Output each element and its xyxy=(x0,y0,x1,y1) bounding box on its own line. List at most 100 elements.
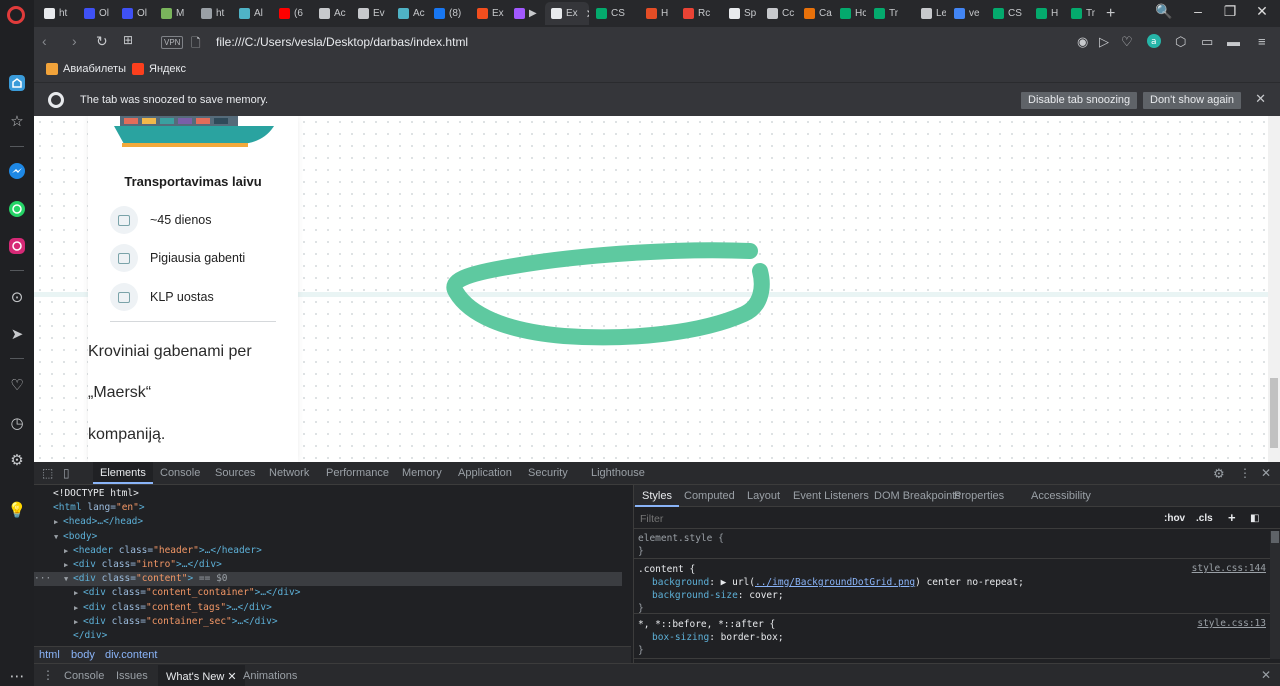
dom-node[interactable]: ▼ <body> xyxy=(34,530,97,544)
devtools-tab-lighthouse[interactable]: Lighthouse xyxy=(584,462,652,484)
tab-image[interactable]: Le xyxy=(915,2,946,25)
tab-google[interactable]: ve xyxy=(948,2,985,25)
tab-w3[interactable]: H xyxy=(1030,2,1063,25)
back-button[interactable]: ‹ xyxy=(42,33,47,49)
close-window-icon[interactable]: ✕ xyxy=(1252,3,1272,20)
messenger-icon[interactable] xyxy=(7,161,27,181)
send-snapshot-icon[interactable]: ▷ xyxy=(1099,34,1109,50)
styles-filter-input[interactable] xyxy=(636,511,1156,527)
tab-w3[interactable]: CS xyxy=(987,2,1028,25)
styles-tab-accessibility[interactable]: Accessibility xyxy=(1024,485,1098,507)
dom-node[interactable]: ▶ <div class="intro">…</div> xyxy=(34,558,222,572)
expand-arrow-icon[interactable]: ▶ xyxy=(74,586,83,600)
tab-canva[interactable]: Ca xyxy=(798,2,832,25)
devtools-settings-icon[interactable]: ⚙ xyxy=(1213,466,1225,482)
instagram-icon[interactable] xyxy=(7,236,27,256)
styles-tab-layout[interactable]: Layout xyxy=(740,485,787,507)
css-selector[interactable]: element.style { xyxy=(638,532,724,545)
css-property[interactable]: background-size: cover; xyxy=(652,589,784,602)
styles-tab-styles[interactable]: Styles xyxy=(635,485,679,507)
tab-arrow[interactable]: Al xyxy=(233,2,271,25)
tab-arrow[interactable]: Ac xyxy=(392,2,426,25)
css-url-link[interactable]: ../img/BackgroundDotGrid.png xyxy=(755,577,915,588)
dont-show-again-button[interactable]: Don't show again xyxy=(1143,92,1242,109)
hover-state-toggle[interactable]: :hov xyxy=(1164,513,1185,524)
dom-node[interactable]: ▶ <div class="content_container">…</div> xyxy=(34,586,300,600)
dom-node[interactable]: ▼ <div class="content"> == $0 xyxy=(34,572,622,587)
tab-html[interactable]: H xyxy=(640,2,675,25)
tab-w3[interactable]: Tr xyxy=(1065,2,1098,25)
dom-node[interactable]: <html lang="en"> xyxy=(34,501,145,515)
css-rule[interactable]: .content {style.css:144 background: ▶ url… xyxy=(634,562,1270,614)
tab-document[interactable]: ht xyxy=(38,2,76,25)
tab-w3[interactable]: Tr xyxy=(868,2,913,25)
devtools-tab-performance[interactable]: Performance xyxy=(319,462,396,484)
dom-node[interactable]: ▶ <div class="container_sec">…</div> xyxy=(34,615,278,629)
drawer-tab-console[interactable]: Console xyxy=(56,665,112,686)
star-icon[interactable]: ☆ xyxy=(7,111,27,131)
tab-figma[interactable]: Ex xyxy=(471,2,506,25)
minimize-icon[interactable]: – xyxy=(1188,3,1208,19)
tab-shopify[interactable]: M xyxy=(155,2,193,25)
breadcrumb-item[interactable]: body xyxy=(71,649,95,661)
tab-figma[interactable]: ▶ xyxy=(508,2,543,25)
styles-tab-event-listeners[interactable]: Event Listeners xyxy=(786,485,876,507)
more-options-icon[interactable]: ⋯ xyxy=(7,666,27,686)
devtools-tab-network[interactable]: Network xyxy=(262,462,316,484)
tab-grid[interactable]: Rc xyxy=(677,2,721,25)
drawer-menu-icon[interactable]: ⋮ xyxy=(42,668,54,682)
tab-image[interactable]: Ac xyxy=(313,2,350,25)
class-toggle[interactable]: .cls xyxy=(1196,513,1213,524)
drawer-tab-animations[interactable]: Animations xyxy=(235,665,305,686)
settings-gear-icon[interactable]: ⚙ xyxy=(7,450,27,470)
devtools-more-icon[interactable]: ⋮ xyxy=(1239,466,1251,480)
tab-w3[interactable]: CS xyxy=(590,2,638,25)
styles-tab-properties[interactable]: Properties xyxy=(947,485,1011,507)
devtools-tab-console[interactable]: Console xyxy=(153,462,207,484)
bookmark-item[interactable]: Яндекс xyxy=(132,63,186,75)
drawer-tab-issues[interactable]: Issues xyxy=(108,665,156,686)
drawer-close-icon[interactable]: ✕ xyxy=(1261,668,1271,682)
devtools-tab-elements[interactable]: Elements xyxy=(93,462,153,484)
breadcrumb-item[interactable]: div.content xyxy=(105,649,157,661)
tab-document[interactable]: Ex ✕ xyxy=(545,2,589,25)
tab-facebook[interactable]: (8) xyxy=(428,2,469,25)
dom-node[interactable]: ▶ <head>…</head> xyxy=(34,515,143,529)
css-rule[interactable]: *, *::before, *::after {style.css:13 box-… xyxy=(634,617,1270,659)
devtools-tab-memory[interactable]: Memory xyxy=(395,462,449,484)
expand-arrow-icon[interactable]: ▶ xyxy=(54,515,63,529)
new-tab-button[interactable]: + xyxy=(1100,2,1115,25)
vpn-badge[interactable]: VPN xyxy=(161,36,184,49)
page-scroll-thumb[interactable] xyxy=(1270,378,1278,448)
dom-node[interactable]: </div> xyxy=(34,629,107,643)
expand-arrow-icon[interactable]: ▼ xyxy=(64,572,73,586)
close-tab-icon[interactable]: ✕ xyxy=(586,7,589,21)
css-selector[interactable]: .content { xyxy=(638,563,695,576)
css-source-link[interactable]: style.css:144 xyxy=(1192,563,1266,574)
wallet-ext-icon[interactable]: ▭ xyxy=(1201,34,1213,50)
devtools-tab-sources[interactable]: Sources xyxy=(208,462,262,484)
battery-icon[interactable]: ▬ xyxy=(1227,34,1240,49)
heart-icon[interactable]: ♡ xyxy=(7,375,27,395)
home-icon[interactable] xyxy=(7,73,27,93)
heart-bookmark-icon[interactable]: ♡ xyxy=(1121,34,1133,50)
dom-node[interactable]: ▶ <div class="content_tags">…</div> xyxy=(34,601,272,615)
tab-circle[interactable]: Ol xyxy=(78,2,114,25)
styles-scroll-thumb[interactable] xyxy=(1271,531,1279,543)
tab-circle[interactable]: Ol xyxy=(116,2,153,25)
extension-a-icon[interactable]: a xyxy=(1147,34,1161,51)
inspect-element-icon[interactable]: ⬚ xyxy=(42,466,53,480)
history-icon[interactable]: ◷ xyxy=(7,413,27,433)
player-icon[interactable]: ⊙ xyxy=(7,287,27,307)
device-toolbar-icon[interactable]: ▯ xyxy=(63,466,70,480)
new-rule-icon[interactable]: + xyxy=(1228,510,1236,525)
css-property[interactable]: box-sizing: border-box; xyxy=(652,631,784,644)
expand-arrow-icon[interactable]: ▶ xyxy=(74,601,83,615)
breadcrumb-item[interactable]: html xyxy=(39,649,60,661)
css-rule[interactable]: element.style {} xyxy=(634,531,1270,559)
url-field[interactable]: file:///C:/Users/vesla/Desktop/darbas/in… xyxy=(216,35,468,49)
camera-icon[interactable]: ◉ xyxy=(1077,34,1088,50)
drawer-tab-what-s-new[interactable]: What's New ✕ xyxy=(158,665,245,686)
styles-tab-computed[interactable]: Computed xyxy=(677,485,742,507)
menu-icon[interactable]: ≡ xyxy=(1258,34,1266,49)
